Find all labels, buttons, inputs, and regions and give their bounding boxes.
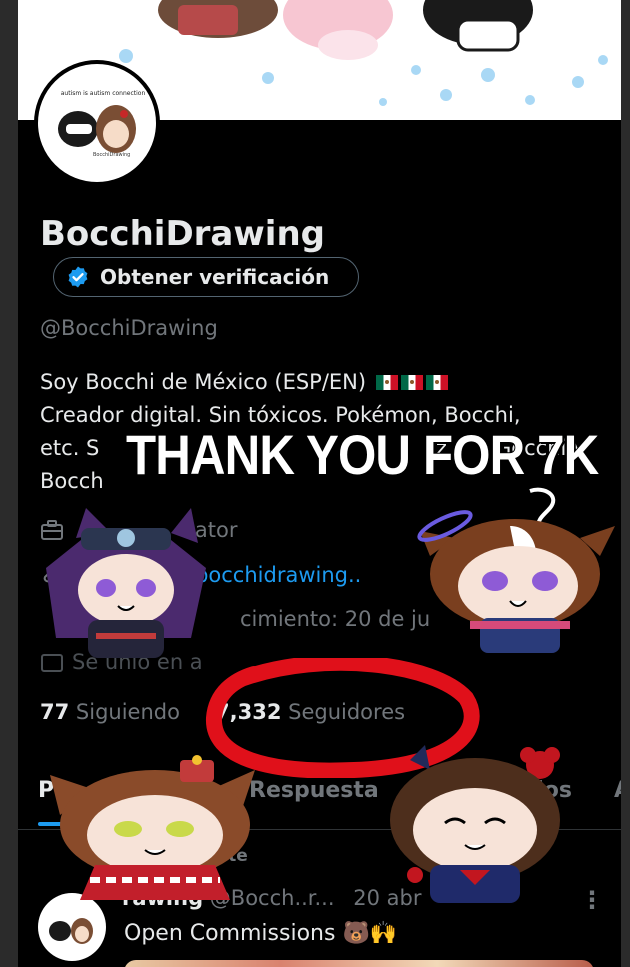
get-verified-button[interactable]: Obtener verificación: [53, 257, 359, 297]
profile-handle: @BocchiDrawing: [40, 316, 218, 340]
profile-avatar[interactable]: autism is autism connection BocchiDrawin…: [34, 60, 160, 186]
birthday-label: cimiento: 20 de ju: [240, 607, 431, 631]
verified-badge-icon: [68, 266, 88, 288]
post-text: Open Commissions 🐻🙌: [124, 921, 398, 946]
bio-text-1: Soy Bocchi de México (ESP/EN): [40, 370, 367, 394]
tab-more[interactable]: A: [614, 778, 621, 803]
mexico-flag-icon: [425, 375, 448, 390]
following-count: 77: [40, 700, 70, 724]
following-label: Siguiendo: [75, 700, 180, 724]
tab-replies[interactable]: Respuesta: [249, 778, 379, 803]
following-link[interactable]: 77 Siguiendo: [40, 700, 180, 724]
overlay-headline: THANK YOU FOR 7K: [125, 422, 600, 487]
bio-text-3a: etc. S: [40, 436, 100, 460]
more-options-icon[interactable]: ⋮: [580, 886, 604, 915]
profile-page: autism is autism connection BocchiDrawin…: [18, 0, 621, 967]
mexico-flag-icon: [375, 375, 398, 390]
post-media[interactable]: [124, 960, 594, 967]
display-name: BocchiDrawing: [40, 214, 325, 254]
sticker-purple-chibi: [46, 508, 206, 658]
avatar-signature: BocchiDrawing: [93, 152, 131, 158]
mexico-flag-icon: [400, 375, 423, 390]
sticker-brown-hair-chibi: [390, 745, 560, 903]
sticker-horse-chibi: [417, 487, 615, 653]
sticker-red-crown-chibi: [50, 755, 255, 900]
bio-line-1: Soy Bocchi de México (ESP/EN): [40, 366, 615, 399]
avatar-illustration: [58, 105, 136, 153]
get-verified-label: Obtener verificación: [100, 265, 330, 289]
